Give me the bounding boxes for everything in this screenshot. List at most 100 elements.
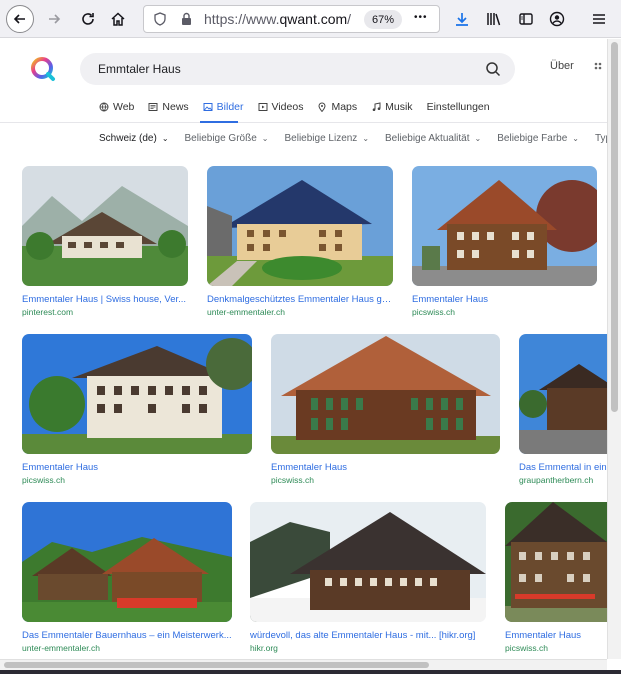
music-icon: [372, 102, 381, 111]
result-title[interactable]: Das Emmental in eine: [519, 462, 607, 473]
news-icon: [148, 103, 158, 111]
tab-videos[interactable]: Videos: [258, 100, 304, 114]
horizontal-scrollbar[interactable]: [0, 659, 607, 670]
result-title[interactable]: Emmentaler Haus: [505, 630, 607, 641]
active-tab-indicator: [200, 121, 238, 123]
video-icon: [258, 103, 268, 111]
result-title[interactable]: Emmentaler Haus: [271, 462, 500, 473]
qwant-logo-icon[interactable]: [30, 56, 56, 82]
taskbar-strip: [0, 670, 621, 674]
forward-button[interactable]: [40, 5, 68, 33]
filter-label: Beliebige Größe: [184, 133, 257, 144]
tab-news[interactable]: News: [148, 100, 189, 114]
globe-icon: [99, 102, 109, 112]
home-icon: [111, 12, 125, 26]
result-source: unter-emmentaler.ch: [22, 643, 100, 653]
search-tabs: Web News Bilder Videos Maps Musik Einste…: [99, 100, 490, 114]
download-button[interactable]: [452, 9, 472, 29]
url-path: /: [347, 11, 352, 27]
tab-label: Videos: [271, 101, 304, 113]
more-actions-icon[interactable]: •••: [414, 12, 428, 23]
result-source: picswiss.ch: [412, 307, 455, 317]
image-thumbnail[interactable]: [412, 166, 597, 286]
image-thumbnail[interactable]: [250, 502, 486, 622]
back-button[interactable]: [6, 5, 34, 33]
filter-color[interactable]: Beliebige Farbe ⌄: [497, 133, 579, 144]
tab-settings[interactable]: Einstellungen: [427, 100, 490, 114]
chevron-down-icon: ⌄: [261, 134, 269, 143]
chevron-down-icon: ⌄: [572, 134, 579, 143]
result-source: picswiss.ch: [505, 643, 548, 653]
filter-bar: Schweiz (de) ⌄ Beliebige Größe ⌄ Beliebige…: [99, 133, 621, 144]
sidebar-button[interactable]: [516, 9, 536, 29]
result-source: unter-emmentaler.ch: [207, 307, 285, 317]
url-text: https://www.qwant.com/: [204, 11, 354, 27]
result-title[interactable]: Das Emmentaler Bauernhaus – ein Meisterw…: [22, 630, 232, 641]
about-link[interactable]: Über: [550, 60, 574, 72]
tab-label: Web: [113, 101, 135, 113]
home-button[interactable]: [104, 5, 132, 33]
url-scheme: https://www.: [204, 11, 280, 27]
filter-size[interactable]: Beliebige Größe ⌄: [185, 133, 269, 144]
url-host: qwant.com: [279, 11, 348, 27]
arrow-left-icon: [13, 14, 25, 24]
lock-icon: [182, 12, 191, 25]
tab-label: Maps: [331, 101, 358, 113]
url-bar[interactable]: https://www.qwant.com/ 67% •••: [143, 5, 440, 33]
tab-music[interactable]: Musik: [371, 100, 413, 114]
image-thumbnail[interactable]: [519, 334, 607, 454]
zoom-badge[interactable]: 67%: [364, 10, 402, 29]
result-source: picswiss.ch: [271, 475, 314, 485]
account-icon: [549, 11, 565, 27]
tab-web[interactable]: Web: [99, 100, 134, 114]
vertical-scrollbar[interactable]: [607, 39, 621, 659]
result-title[interactable]: Emmentaler Haus: [22, 462, 252, 473]
result-title[interactable]: Emmentaler Haus: [412, 294, 597, 305]
result-source: pinterest.com: [22, 307, 74, 317]
browser-toolbar: https://www.qwant.com/ 67% •••: [0, 0, 621, 38]
tab-label: Einstellungen: [426, 101, 490, 113]
tab-label: Musik: [385, 101, 413, 113]
filter-label: Beliebige Aktualität: [385, 133, 470, 144]
result-title[interactable]: würdevoll, das alte Emmentaler Haus - mi…: [250, 630, 486, 641]
result-source: graupantherbern.ch: [519, 475, 594, 485]
chevron-down-icon: ⌄: [362, 134, 370, 143]
reload-button[interactable]: [74, 5, 102, 33]
menu-button[interactable]: [589, 9, 609, 29]
image-thumbnail[interactable]: [22, 334, 252, 454]
tab-label: Bilder: [216, 101, 244, 113]
search-icon[interactable]: [485, 61, 501, 77]
filter-label: Beliebige Farbe: [497, 133, 568, 144]
library-icon: [487, 13, 501, 26]
account-button[interactable]: [547, 9, 567, 29]
image-thumbnail[interactable]: [207, 166, 393, 286]
image-icon: [203, 103, 213, 111]
filter-license[interactable]: Beliebige Lizenz ⌄: [284, 133, 369, 144]
result-source: picswiss.ch: [22, 475, 65, 485]
result-title[interactable]: Emmentaler Haus | Swiss house, Ver...: [22, 294, 188, 305]
reload-icon: [82, 13, 94, 25]
library-button[interactable]: [484, 9, 504, 29]
hamburger-menu-icon: [593, 14, 605, 24]
image-thumbnail[interactable]: [22, 502, 232, 622]
tab-maps[interactable]: Maps: [317, 100, 357, 114]
horizontal-scrollbar-thumb[interactable]: [4, 662, 429, 668]
result-source: hikr.org: [250, 643, 278, 653]
image-thumbnail[interactable]: [22, 166, 188, 286]
image-thumbnail[interactable]: [271, 334, 500, 454]
tab-label: News: [162, 101, 189, 113]
filter-region[interactable]: Schweiz (de) ⌄: [99, 133, 169, 144]
download-icon: [456, 13, 468, 26]
search-box[interactable]: [80, 53, 515, 85]
vertical-scrollbar-thumb[interactable]: [611, 42, 618, 412]
search-input[interactable]: [98, 59, 458, 79]
shield-icon: [154, 12, 166, 26]
result-title[interactable]: Denkmalgeschütztes Emmentaler Haus ge...: [207, 294, 393, 305]
sidebar-icon: [519, 13, 533, 25]
qwant-header: Über Web News Bilder Videos Maps Musik E…: [0, 39, 607, 123]
apps-grid-icon[interactable]: [594, 62, 606, 74]
tab-images[interactable]: Bilder: [203, 100, 244, 114]
image-thumbnail[interactable]: [505, 502, 607, 622]
filter-date[interactable]: Beliebige Aktualität ⌄: [385, 133, 481, 144]
chevron-down-icon: ⌄: [474, 134, 482, 143]
